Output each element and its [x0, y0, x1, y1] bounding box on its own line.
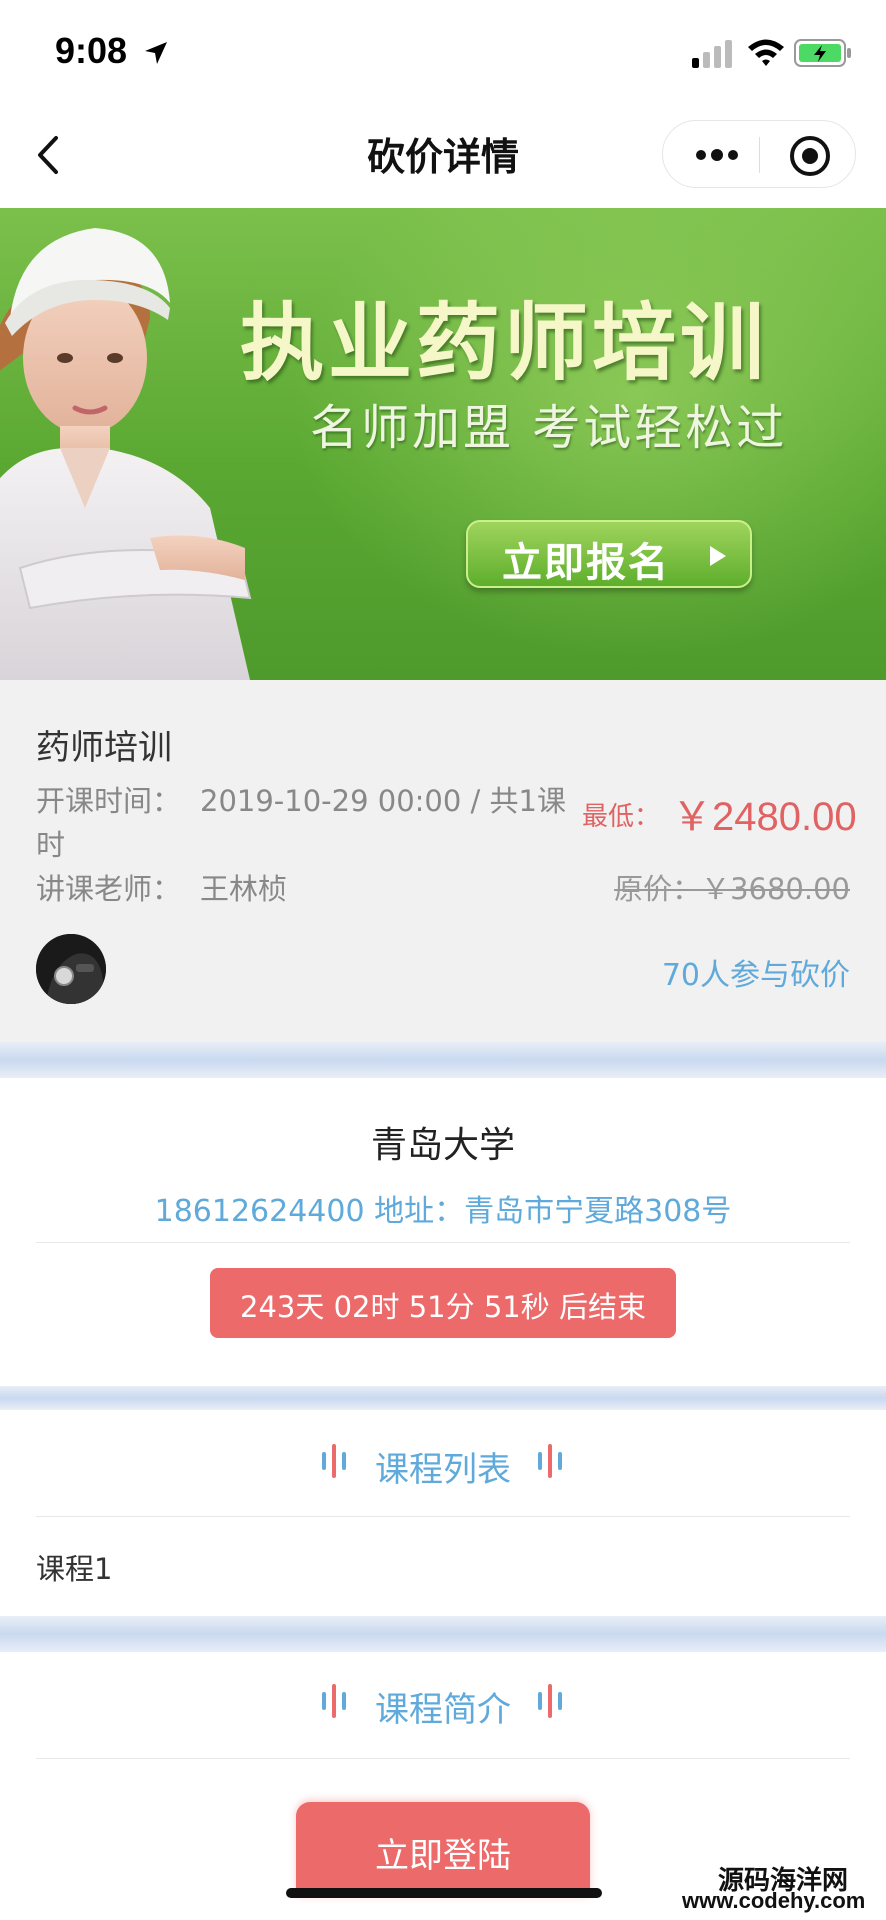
- start-time-label: 开课时间：: [36, 784, 182, 818]
- teacher-label: 讲课老师：: [36, 872, 182, 906]
- course-list-section: 课程列表 课程1: [0, 1410, 886, 1616]
- title-decoration-right-icon: [538, 1444, 562, 1478]
- play-triangle-icon: [710, 546, 726, 566]
- participant-avatar[interactable]: [36, 934, 106, 1004]
- signal-icon: [692, 40, 732, 68]
- course-intro-title: 课程简介: [375, 1690, 511, 1730]
- course-name: 药师培训: [36, 728, 172, 768]
- status-bar: 9:08: [0, 0, 886, 100]
- banner-title: 执业药师培训: [240, 294, 769, 392]
- section-separator: [0, 1042, 886, 1078]
- nav-bar: 砍价详情: [0, 100, 886, 208]
- course-banner[interactable]: 执业药师培训 名师加盟 考试轻松过 立即报名: [0, 208, 886, 680]
- min-price: ￥2480.00: [672, 795, 857, 839]
- watermark-url: www.codehy.com: [682, 1888, 866, 1913]
- school-section: 青岛大学 18612624400 地址：青岛市宁夏路308号 243天 02时 …: [0, 1078, 886, 1386]
- original-price: 原价：￥3680.00: [614, 872, 850, 906]
- school-contact[interactable]: 18612624400 地址：青岛市宁夏路308号: [0, 1186, 886, 1230]
- section-separator: [0, 1616, 886, 1652]
- course-list-item[interactable]: 课程1: [36, 1546, 112, 1588]
- teacher-name: 王林桢: [200, 872, 288, 906]
- login-button[interactable]: 立即登陆: [296, 1802, 590, 1898]
- min-price-label: 最低：: [582, 802, 661, 832]
- home-indicator: [286, 1888, 602, 1898]
- mini-program-capsule: [662, 120, 856, 188]
- start-time-value: 2019-10-29 00:00 / 共1课: [200, 784, 566, 818]
- participants-count: 70人参与砍价: [661, 958, 850, 993]
- divider: [36, 1242, 850, 1243]
- page: 9:08 砍价详情 执业药师培训 名师加盟 考试轻松过 立即报名 药师培训 开课…: [0, 0, 886, 1920]
- title-decoration-right-icon: [538, 1684, 562, 1718]
- divider: [36, 1758, 850, 1759]
- capsule-divider: [759, 137, 760, 173]
- avatar-image: [36, 934, 106, 1004]
- login-button-label: 立即登陆: [375, 1836, 511, 1876]
- course-info-card: 药师培训 开课时间： 2019-10-29 00:00 / 共1课 时 讲课老师…: [0, 680, 886, 1042]
- banner-subtitle: 名师加盟 考试轻松过: [310, 400, 788, 456]
- countdown-text: 243天 02时 51分 51秒 后结束: [240, 1290, 646, 1324]
- course-list-title: 课程列表: [375, 1450, 511, 1490]
- more-dots-icon[interactable]: [693, 143, 741, 167]
- section-separator: [0, 1386, 886, 1410]
- close-target-icon[interactable]: [788, 134, 832, 178]
- status-time: 9:08: [55, 30, 128, 71]
- divider: [36, 1516, 850, 1517]
- location-arrow-icon: [145, 42, 167, 64]
- banner-signup-button[interactable]: 立即报名: [466, 520, 752, 588]
- school-name: 青岛大学: [370, 1125, 515, 1166]
- start-time-value-wrap: 时: [36, 828, 66, 862]
- countdown-badge: 243天 02时 51分 51秒 后结束: [210, 1268, 676, 1338]
- wifi-icon: [748, 39, 784, 66]
- banner-signup-label: 立即报名: [502, 540, 670, 586]
- battery-icon: [794, 39, 851, 67]
